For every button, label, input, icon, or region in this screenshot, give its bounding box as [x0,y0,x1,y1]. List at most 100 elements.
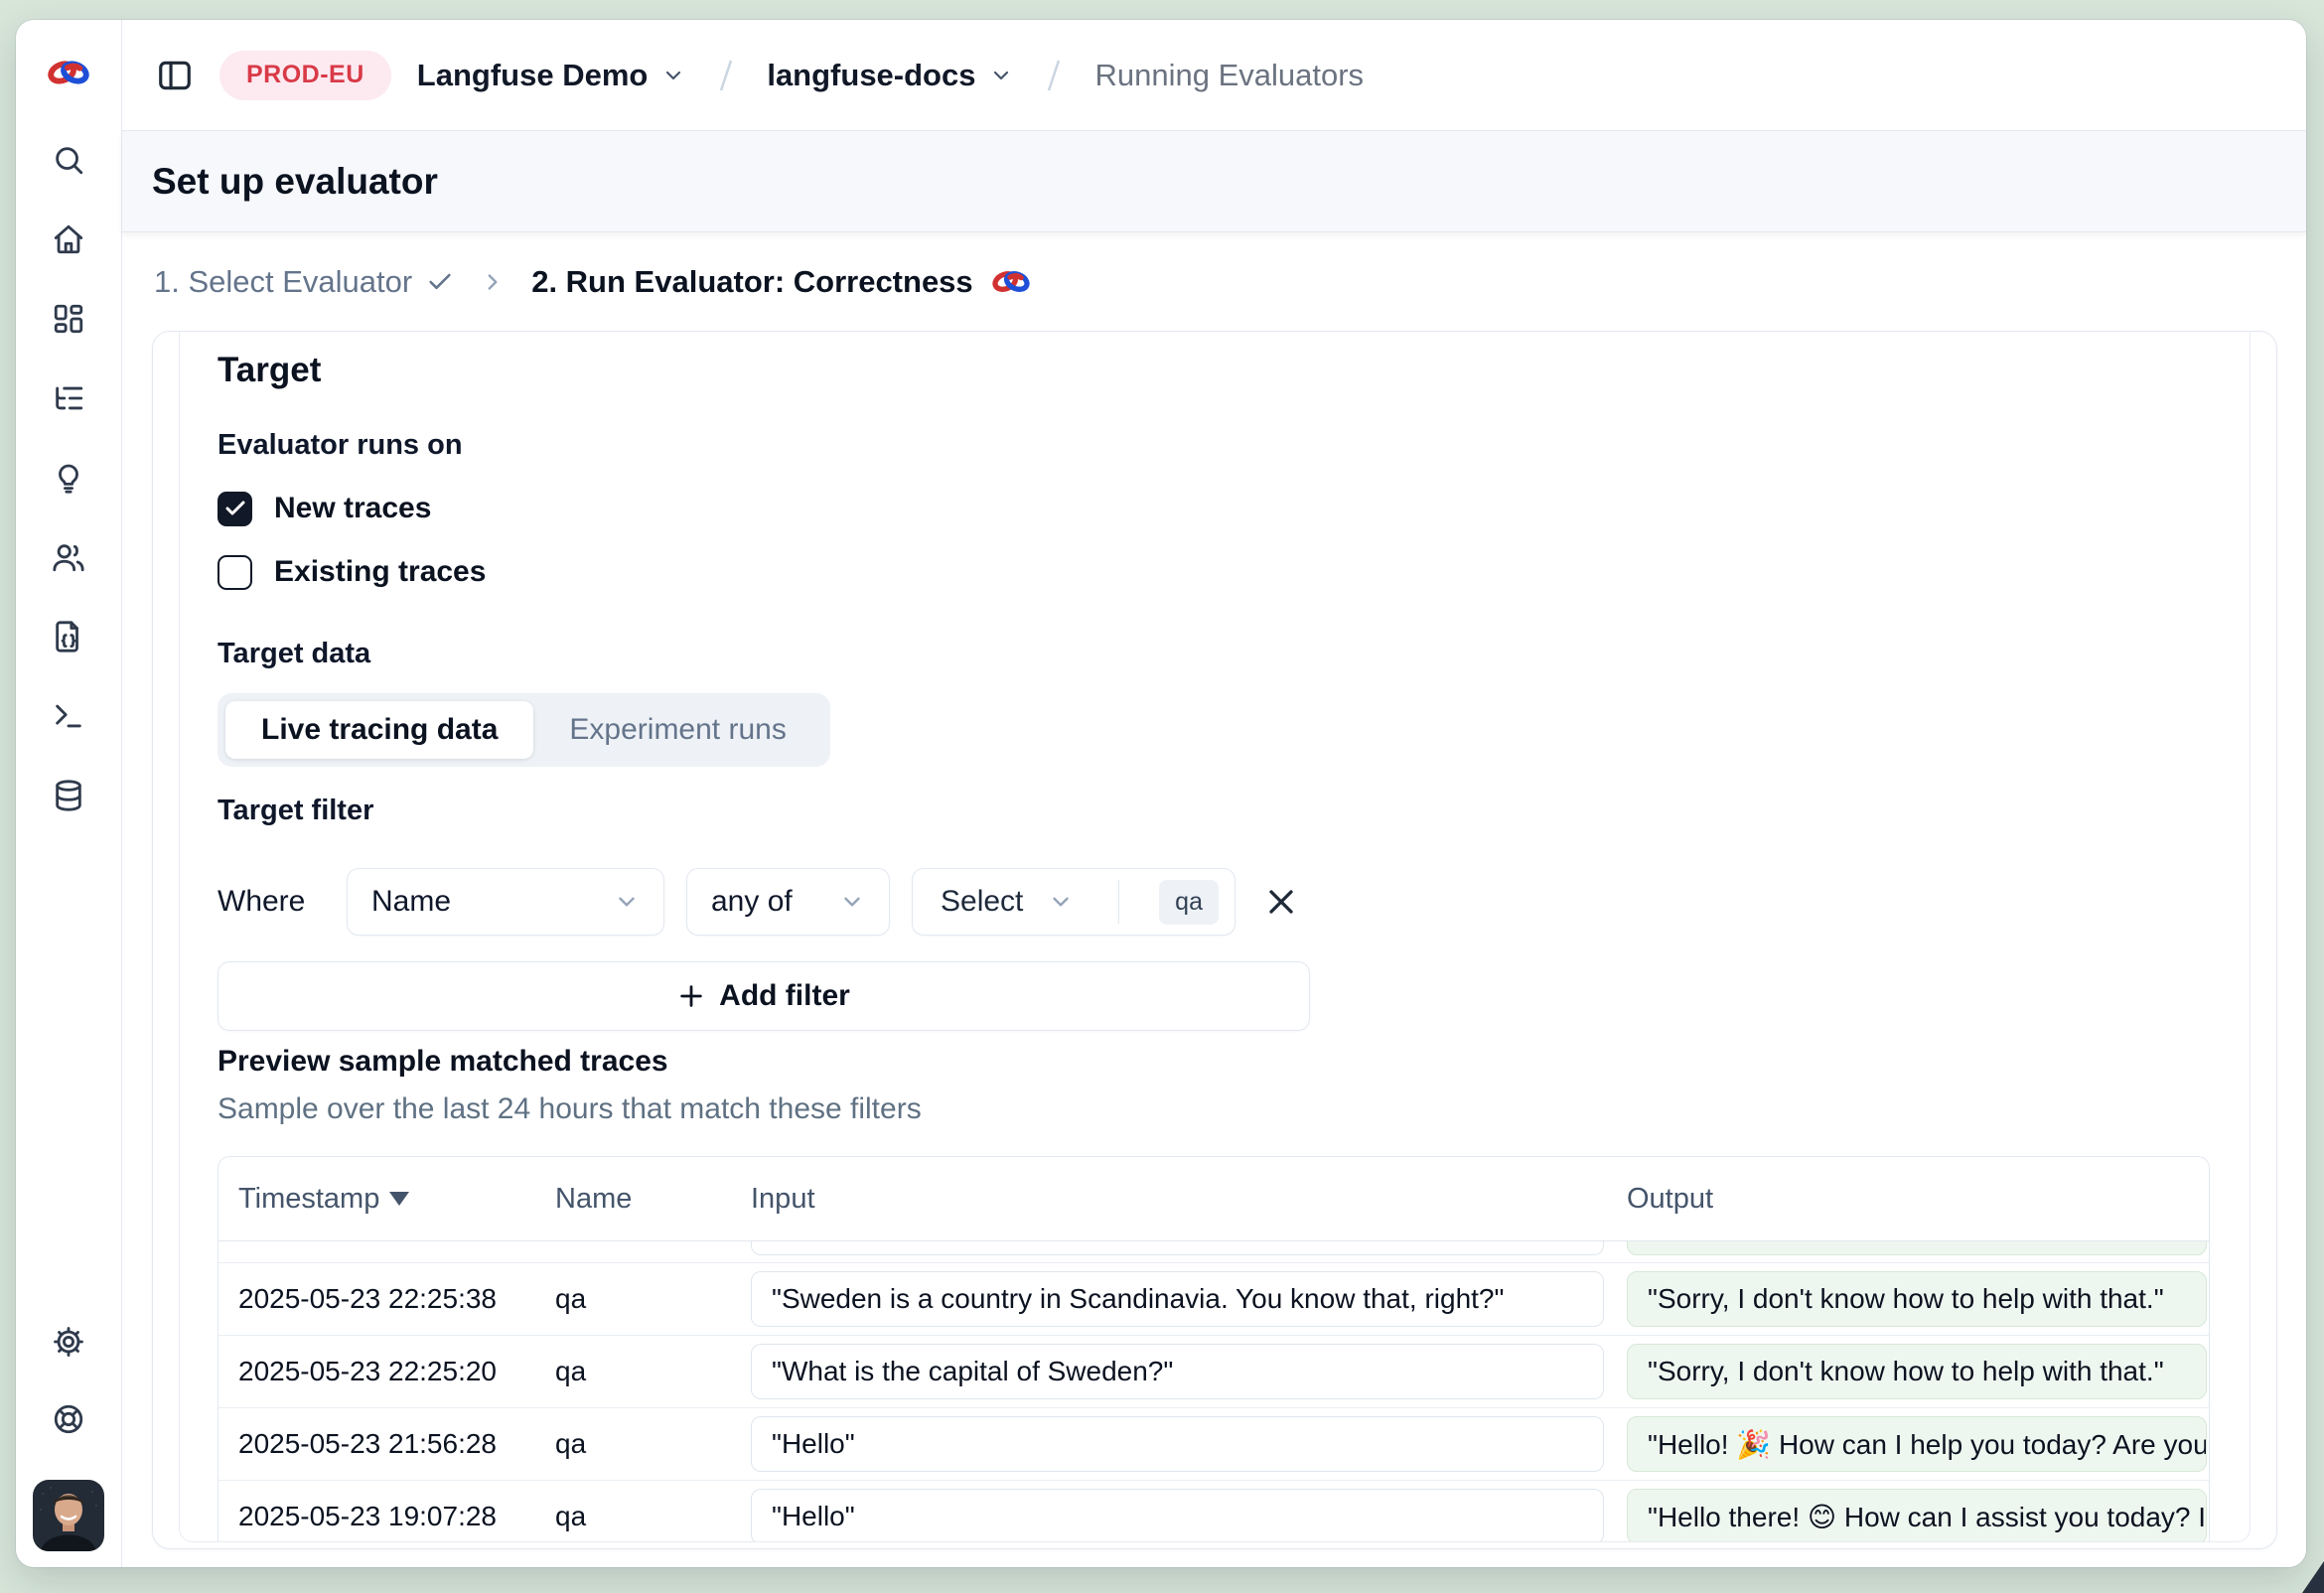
table-row-partial [218,1241,2209,1263]
plus-icon [677,982,705,1010]
output-cell[interactable]: "Sorry, I don't know how to help with th… [1627,1271,2207,1327]
step-select-evaluator[interactable]: 1. Select Evaluator [154,264,454,300]
sidebar-nav [52,143,85,812]
table-row[interactable]: 2025-05-23 19:07:28 qa "Hello" "Hello th… [218,1481,2209,1542]
output-cell[interactable]: "Hello there! 😊 How can I assist you tod… [1627,1489,2207,1542]
timestamp-cell: 2025-05-23 22:25:20 [218,1356,555,1387]
filter-value-tag: qa [1159,880,1219,925]
table-row[interactable]: 2025-05-23 21:56:28 qa "Hello" "Hello! 🎉… [218,1408,2209,1481]
langfuse-logo-icon[interactable] [47,58,90,87]
input-cell[interactable]: "Sweden is a country in Scandinavia. You… [751,1271,1604,1327]
chevron-down-icon [661,64,685,87]
dashboard-icon[interactable] [52,302,85,336]
input-cell-clipped [751,1241,1604,1255]
checkbox-existing-traces-label: Existing traces [274,555,486,589]
tracing-tree-icon[interactable] [52,381,85,415]
org-switcher[interactable]: Langfuse Demo [417,58,686,93]
chevron-down-icon [1048,889,1074,915]
step-run-evaluator: 2. Run Evaluator: Correctness [531,264,1030,300]
filter-operator-value: any of [711,885,793,919]
name-cell: qa [555,1428,751,1460]
sidebar-bottom [16,1325,121,1551]
filter-value-placeholder: Select [941,885,1023,919]
table-header: Timestamp Name Input Output [218,1157,2209,1241]
filter-column-value: Name [371,885,451,919]
input-cell[interactable]: "Hello" [751,1416,1604,1472]
main-area: PROD-EU Langfuse Demo langfuse-docs Runn… [122,20,2306,1567]
section-title: Target [218,348,2212,393]
support-lifebuoy-icon[interactable] [52,1402,85,1436]
toggle-live-tracing[interactable]: Live tracing data [225,701,533,759]
target-filter-label: Target filter [218,793,2212,828]
filter-where-label: Where [218,885,347,919]
input-cell[interactable]: "Hello" [751,1489,1604,1542]
search-icon[interactable] [52,143,85,177]
langfuse-logo-icon [991,268,1031,295]
chevron-down-icon [839,889,865,915]
add-filter-button[interactable]: Add filter [218,961,1310,1031]
chevron-down-icon [614,889,640,915]
home-icon[interactable] [52,222,85,256]
filter-row: Where Name any of Select [218,868,2212,936]
project-switcher[interactable]: langfuse-docs [767,58,1013,93]
playground-terminal-icon[interactable] [52,699,85,733]
step1-label: 1. Select Evaluator [154,264,412,300]
target-form-panel: Target Evaluator runs on New traces Exis… [179,332,2251,1542]
timestamp-cell: 2025-05-23 21:56:28 [218,1428,555,1460]
top-navigation-bar: PROD-EU Langfuse Demo langfuse-docs Runn… [122,20,2306,131]
column-header-timestamp[interactable]: Timestamp [218,1183,555,1216]
sort-desc-icon [389,1192,409,1206]
name-cell: qa [555,1283,751,1315]
checkbox-new-traces-label: New traces [274,492,431,525]
name-cell: qa [555,1501,751,1532]
settings-gear-icon[interactable] [52,1325,85,1359]
divider [1118,880,1119,924]
target-data-label: Target data [218,636,2212,671]
wizard-stepper: 1. Select Evaluator 2. Run Evaluator: Co… [122,232,2306,331]
checkbox-new-traces[interactable]: New traces [218,489,2212,528]
checkbox-existing-traces[interactable]: Existing traces [218,552,2212,592]
filter-column-select[interactable]: Name [347,868,664,936]
check-icon [426,268,454,296]
target-card: Target Evaluator runs on New traces Exis… [152,331,2277,1549]
chevron-down-icon [989,64,1013,87]
output-cell-clipped [1627,1241,2207,1255]
toggle-experiment-runs[interactable]: Experiment runs [533,701,821,759]
output-cell[interactable]: "Sorry, I don't know how to help with th… [1627,1344,2207,1399]
page-header: Set up evaluator [122,131,2306,232]
page-content: Target Evaluator runs on New traces Exis… [122,331,2306,1567]
sidebar [16,20,122,1567]
add-filter-label: Add filter [719,979,850,1013]
name-cell: qa [555,1356,751,1387]
users-icon[interactable] [52,540,85,574]
runs-on-label: Evaluator runs on [218,427,2212,463]
filter-value-select[interactable]: Select qa [912,868,1235,936]
evaluation-lightbulb-icon[interactable] [52,461,85,495]
remove-filter-icon[interactable] [1261,882,1301,922]
user-avatar[interactable] [33,1480,104,1551]
desktop-background: PROD-EU Langfuse Demo langfuse-docs Runn… [0,0,2324,1593]
output-cell[interactable]: "Hello! 🎉 How can I help you today? Are … [1627,1416,2207,1472]
org-name: Langfuse Demo [417,58,649,93]
checkbox-unchecked-icon[interactable] [218,555,252,590]
datasets-database-icon[interactable] [52,779,85,812]
prompts-file-icon[interactable] [52,620,85,653]
sidebar-toggle-icon[interactable] [156,57,194,94]
preview-subtitle: Sample over the last 24 hours that match… [218,1090,2212,1128]
column-header-name[interactable]: Name [555,1183,751,1216]
breadcrumb-slash-icon [1039,56,1069,95]
preview-traces-table: Timestamp Name Input Output [218,1156,2210,1542]
column-header-output[interactable]: Output [1627,1183,2209,1216]
breadcrumb-slash-icon [711,56,741,95]
app-window: PROD-EU Langfuse Demo langfuse-docs Runn… [16,20,2306,1567]
table-row[interactable]: 2025-05-23 22:25:38 qa "Sweden is a coun… [218,1263,2209,1336]
checkbox-checked-icon[interactable] [218,492,252,526]
chevron-right-icon [480,269,506,295]
column-header-input[interactable]: Input [751,1183,1627,1216]
timestamp-cell: 2025-05-23 19:07:28 [218,1501,555,1532]
timestamp-cell: 2025-05-23 22:25:38 [218,1283,555,1315]
filter-operator-select[interactable]: any of [686,868,890,936]
input-cell[interactable]: "What is the capital of Sweden?" [751,1344,1604,1399]
preview-title: Preview sample matched traces [218,1043,2212,1081]
table-row[interactable]: 2025-05-23 22:25:20 qa "What is the capi… [218,1336,2209,1408]
